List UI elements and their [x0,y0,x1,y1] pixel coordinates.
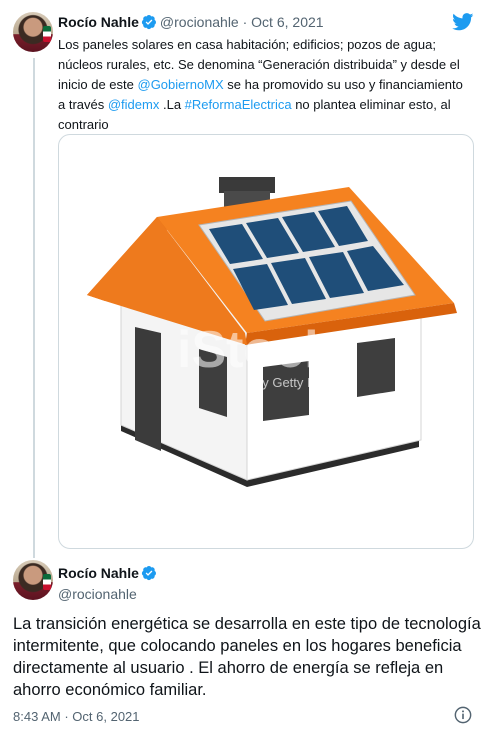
reply-author-block: Rocío Nahle @rocionahle [58,564,160,603]
author-name[interactable]: Rocío Nahle [58,565,139,581]
tweet-time[interactable]: 8:43 AM [13,709,61,724]
text-segment: .La [159,97,185,112]
mention-gobiernomx[interactable]: @GobiernoMX [138,77,224,92]
tweet-image[interactable]: iStock by Getty Images [58,134,474,549]
watermark-subtext: by Getty Images [255,375,350,390]
info-icon[interactable] [454,706,472,729]
separator-dot: · [64,709,69,724]
author-handle[interactable]: @rocionahle [58,585,160,603]
mention-fidemx[interactable]: @fidemx [108,97,160,112]
flag-badge [43,574,51,590]
verified-badge-icon [141,565,157,585]
watermark-text: iStock [177,321,333,379]
author-name[interactable]: Rocío Nahle [58,14,139,30]
flag-badge [43,26,51,42]
tweet-date[interactable]: Oct 6, 2021 [72,709,139,724]
author-handle[interactable]: @rocionahle [160,14,239,30]
tweet-date[interactable]: Oct 6, 2021 [251,14,323,30]
tweet-timestamp[interactable]: 8:43 AM · Oct 6, 2021 [13,709,140,724]
twitter-bird-icon[interactable] [452,13,474,36]
thread-line [33,58,35,558]
quoted-tweet-text: Los paneles solares en casa habitación; … [58,35,468,135]
avatar[interactable] [13,560,53,600]
avatar[interactable] [13,12,53,52]
quoted-tweet-header: Rocío Nahle @rocionahle · Oct 6, 2021 [58,14,324,33]
hashtag-reformaelectrica[interactable]: #ReformaElectrica [185,97,292,112]
separator-dot: · [242,14,248,30]
verified-badge-icon [141,14,157,33]
house-solar-illustration: iStock by Getty Images [87,177,457,487]
tweet-text: La transición energética se desarrolla e… [13,615,481,699]
